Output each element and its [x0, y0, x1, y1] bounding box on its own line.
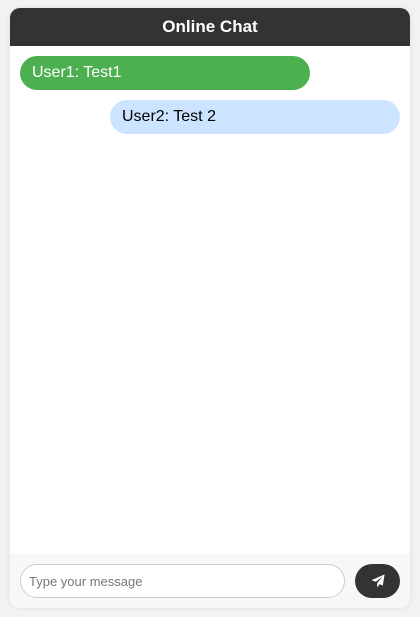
chat-header: Online Chat — [10, 8, 410, 46]
message-text: User1: Test1 — [32, 64, 122, 81]
message-composer — [10, 554, 410, 608]
chat-title: Online Chat — [162, 17, 258, 36]
message-text: User2: Test 2 — [122, 108, 216, 125]
message-bubble-user2: User2: Test 2 — [110, 100, 400, 134]
message-list: User1: Test1 User2: Test 2 — [10, 46, 410, 554]
send-button[interactable] — [355, 564, 400, 598]
message-input[interactable] — [20, 564, 345, 598]
paper-plane-icon — [370, 574, 385, 588]
chat-window: Online Chat User1: Test1 User2: Test 2 — [10, 8, 410, 608]
message-bubble-user1: User1: Test1 — [20, 56, 310, 90]
